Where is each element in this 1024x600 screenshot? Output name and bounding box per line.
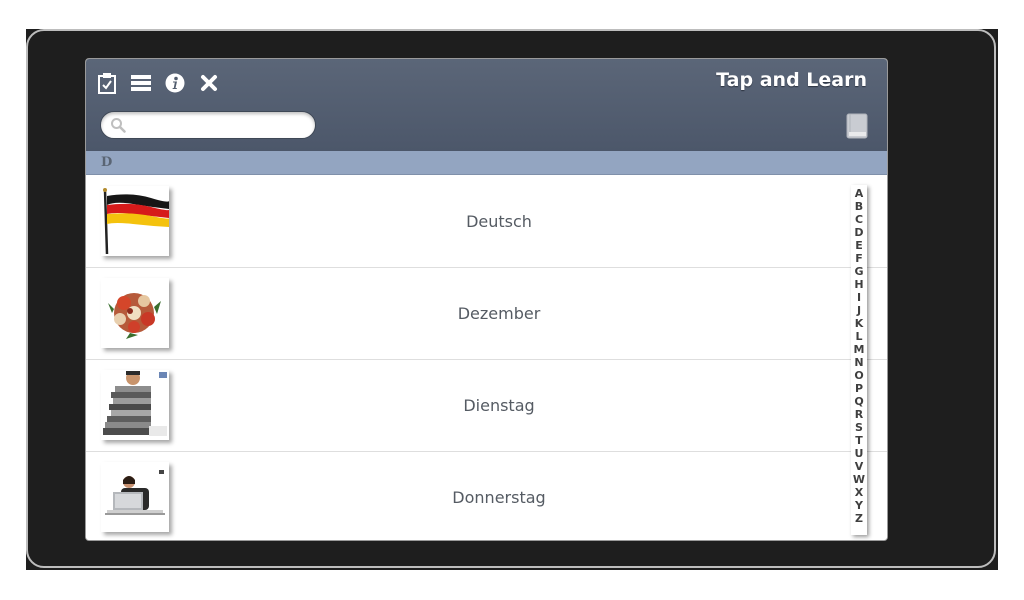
alphabet-index-letter[interactable]: U: [855, 447, 864, 460]
word-list: Deutsch Dezember Dienstag Donnerstag: [86, 176, 887, 540]
list-item[interactable]: Dezember: [86, 268, 887, 360]
search-field[interactable]: [100, 111, 316, 139]
alphabet-index-letter[interactable]: S: [855, 421, 863, 434]
christmas-wreath-image: [101, 278, 169, 348]
list-item-label: Dezember: [457, 304, 541, 323]
search-input[interactable]: [130, 113, 305, 137]
alphabet-index: ABCDEFGHIJKLMNOPQRSTUVWXYZ: [851, 185, 867, 535]
alphabet-index-letter[interactable]: K: [855, 317, 864, 330]
alphabet-index-letter[interactable]: W: [853, 473, 865, 486]
alphabet-index-letter[interactable]: Z: [855, 512, 863, 525]
app-window: Tap and Learn D Deutsch Dezember Diensta…: [85, 58, 888, 541]
toolbar: [96, 71, 232, 95]
search-icon: [111, 118, 126, 133]
alphabet-index-letter[interactable]: V: [855, 460, 864, 473]
list-item[interactable]: Donnerstag: [86, 452, 887, 540]
clipboard-check-icon[interactable]: [96, 72, 118, 94]
alphabet-index-letter[interactable]: M: [854, 343, 865, 356]
app-header: Tap and Learn: [86, 59, 887, 152]
device-bezel: Tap and Learn D Deutsch Dezember Diensta…: [26, 29, 998, 570]
alphabet-index-letter[interactable]: E: [855, 239, 863, 252]
list-item-label: Deutsch: [466, 212, 532, 231]
alphabet-index-letter[interactable]: T: [855, 434, 863, 447]
alphabet-index-letter[interactable]: D: [854, 226, 863, 239]
alphabet-index-letter[interactable]: Q: [854, 395, 863, 408]
menu-list-icon[interactable]: [130, 72, 152, 94]
alphabet-index-letter[interactable]: Y: [855, 499, 863, 512]
list-item-label: Dienstag: [463, 396, 535, 415]
section-divider-label: D: [101, 155, 113, 170]
alphabet-index-letter[interactable]: C: [855, 213, 863, 226]
list-item[interactable]: Dienstag: [86, 360, 887, 452]
alphabet-index-letter[interactable]: I: [857, 291, 861, 304]
alphabet-index-letter[interactable]: P: [855, 382, 863, 395]
app-title: Tap and Learn: [716, 69, 867, 91]
alphabet-index-letter[interactable]: O: [854, 369, 863, 382]
alphabet-index-letter[interactable]: G: [854, 265, 863, 278]
alphabet-index-letter[interactable]: R: [855, 408, 863, 421]
alphabet-index-letter[interactable]: A: [855, 187, 864, 200]
german-flag-image: [101, 186, 170, 256]
list-item-label: Donnerstag: [452, 488, 546, 507]
man-with-binders-image: [101, 370, 169, 440]
alphabet-index-letter[interactable]: H: [854, 278, 863, 291]
alphabet-index-letter[interactable]: F: [855, 252, 863, 265]
list-item[interactable]: Deutsch: [86, 176, 887, 268]
info-icon[interactable]: [164, 72, 186, 94]
woman-at-laptop-image: [101, 462, 169, 532]
alphabet-index-letter[interactable]: N: [854, 356, 863, 369]
close-icon[interactable]: [198, 72, 220, 94]
alphabet-index-letter[interactable]: J: [857, 304, 861, 317]
book-icon[interactable]: [846, 113, 868, 139]
alphabet-index-letter[interactable]: X: [855, 486, 863, 499]
alphabet-index-letter[interactable]: B: [855, 200, 863, 213]
alphabet-index-letter[interactable]: L: [855, 330, 862, 343]
section-divider: D: [86, 151, 887, 175]
